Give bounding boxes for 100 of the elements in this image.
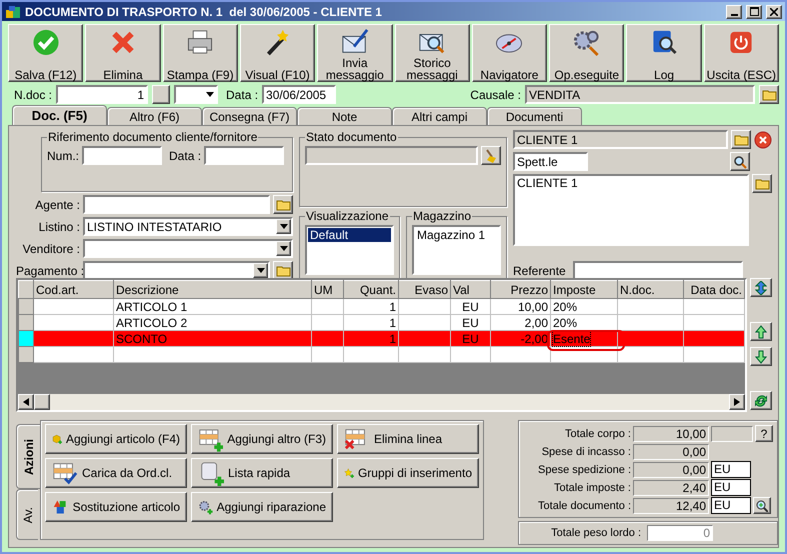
refresh-icon [755,394,767,408]
date-field[interactable] [204,146,284,165]
total-value: 0,00 [633,444,709,460]
action-button[interactable]: Elimina linea [337,424,479,454]
blank-field [711,426,753,442]
folder-button[interactable] [731,130,751,149]
field-label: Listino : [38,220,80,234]
group-title: Riferimento documento cliente/fornitore [47,130,258,144]
currency-field[interactable]: EU [711,497,751,514]
column-header[interactable]: Descrizione [114,280,312,298]
toolbar-button[interactable]: Op.eseguite [549,24,624,82]
caret-icon [256,268,264,273]
action-button[interactable]: Carica da Ord.cl. [45,458,187,488]
series-dropdown[interactable] [174,85,218,104]
close-button[interactable] [766,4,782,18]
tab[interactable]: Altro (F6) [107,107,202,125]
close-icon[interactable] [754,130,772,148]
action-button[interactable]: Aggiungi articolo (F4) [45,424,187,454]
column-header[interactable]: UM [312,280,344,298]
text-field[interactable] [83,195,270,214]
customer-field[interactable]: CLIENTE 1 [513,130,728,149]
zoom-button[interactable] [753,497,771,514]
warehouse-list[interactable]: Magazzino 1 [412,225,501,275]
currency-field[interactable]: EU [711,479,751,496]
toolbar-button[interactable]: Stampa (F9) [162,24,238,82]
field-label: Num.: [47,148,80,162]
column-header[interactable]: Prezzo [490,280,550,298]
dropdown-field[interactable]: LISTINO INTESTATARIO [83,217,293,236]
action-button[interactable]: Sostituzione articolo [45,492,187,522]
help-button[interactable]: ? [755,425,773,442]
list-item[interactable]: Magazzino 1 [415,228,498,242]
number-field[interactable] [82,146,162,165]
document-number-field[interactable]: 1 [56,85,148,104]
action-button[interactable]: Gruppi di inserimento [337,458,479,488]
maximize-icon [750,7,758,16]
total-label: Spese spedizione : [537,464,631,476]
tab[interactable]: Consegna (F7) [202,107,297,125]
dropdown-field[interactable] [83,239,293,258]
toolbar-button[interactable]: Uscita (ESC) [704,24,779,82]
causale-field[interactable]: VENDITA [525,85,755,104]
scroll-thumb[interactable] [34,394,50,410]
sort-icon [755,280,767,294]
row-indicator[interactable] [18,346,34,362]
row-indicator[interactable] [18,298,34,314]
toolbar-button[interactable]: Storico messaggi [394,24,470,82]
search-button[interactable] [730,152,750,171]
checkmark-icon [30,28,61,57]
total-label: Totale imposte : [552,482,631,494]
toolbar-button[interactable]: Navigatore [472,24,548,82]
move-up-button[interactable] [750,322,772,341]
tab[interactable]: Documenti [487,107,582,125]
column-header[interactable]: Data doc. [684,280,744,298]
maximize-button[interactable] [746,4,762,18]
action-button[interactable]: Aggiungi riparazione [191,492,333,522]
toolbar-button[interactable]: Log [626,24,702,82]
table-cell: 1 [389,300,396,314]
view-list[interactable]: Default [305,225,394,275]
table-cell: 20% [553,316,578,330]
column-header[interactable]: Cod.art. [34,280,114,298]
column-header[interactable]: Val [450,280,490,298]
folder-icon [734,134,748,146]
column-header[interactable]: Evaso [398,280,450,298]
window-title: DOCUMENTO DI TRASPORTO N. 1 del 30/06/2005 - CLIENTE 1 [25,4,383,18]
broom-button[interactable] [481,146,501,165]
list-item[interactable]: Default [308,228,391,242]
column-header[interactable]: Quant. [344,280,398,298]
minimize-button[interactable] [726,4,742,18]
currency-field[interactable]: EU [711,461,751,478]
toolbar-button[interactable]: Elimina [85,24,161,82]
column-header[interactable]: N.doc. [618,280,684,298]
status-field[interactable] [305,146,478,165]
action-button[interactable]: Aggiungi altro (F3) [191,424,333,454]
field-label: Venditore : [22,242,80,256]
row-indicator[interactable] [18,330,34,346]
salutation-field[interactable]: Spett.le [513,152,588,171]
tab[interactable]: Doc. (F5) [12,105,107,125]
date-field[interactable]: 30/06/2005 [262,85,336,104]
table-cell: ARTICOLO 1 [116,300,188,314]
small-button[interactable] [152,85,170,104]
table-cell: 20% [553,300,578,314]
side-tab[interactable]: Av. [16,489,38,540]
folder-button[interactable] [759,85,779,104]
toolbar-button[interactable]: Visual (F10) [240,24,316,82]
column-header[interactable]: Imposte [550,280,618,298]
horizontal-scrollbar[interactable] [18,394,745,410]
toolbar-button[interactable]: Salva (F12) [8,24,84,82]
refresh-button[interactable] [750,391,772,410]
folder-button[interactable] [273,195,293,214]
folder-button[interactable] [752,174,772,193]
side-tab[interactable]: Azioni [16,424,40,490]
row-indicator[interactable] [18,314,34,330]
tab[interactable]: Note [297,107,392,125]
sort-button[interactable] [750,278,772,297]
move-down-button[interactable] [750,347,772,366]
toolbar-button[interactable]: Invia messaggio [317,24,392,82]
address-box[interactable]: CLIENTE 1 [513,174,749,246]
action-button[interactable]: Lista rapida [191,458,333,488]
table-cell: EU [462,316,479,330]
group-title: Magazzino [412,209,472,223]
tab[interactable]: Altri campi [392,107,487,125]
